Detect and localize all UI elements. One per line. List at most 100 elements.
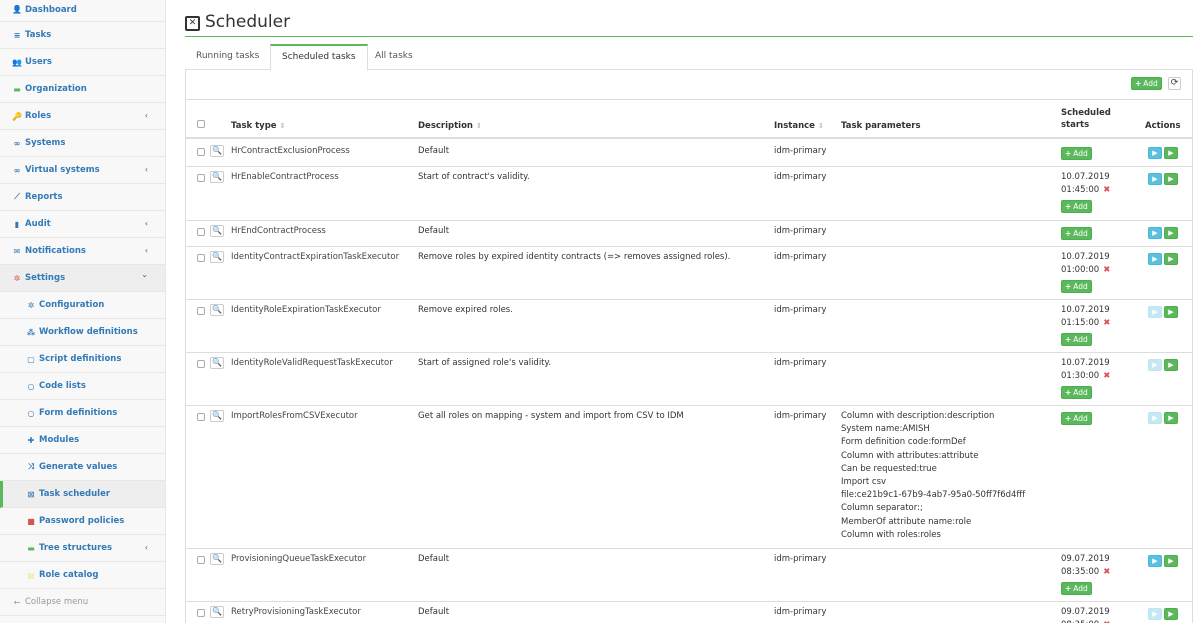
run-task-button[interactable]: ▶: [1148, 147, 1162, 159]
play-icon: ▶: [1152, 414, 1158, 422]
sidebar-item-tasks[interactable]: ≡ Tasks: [0, 22, 165, 49]
tab-all-tasks[interactable]: All tasks: [364, 44, 424, 70]
puzzle-icon: ✚: [27, 435, 35, 445]
execute-task-button[interactable]: ▶: [1164, 412, 1178, 424]
sidebar-item-label: Role catalog: [39, 570, 99, 580]
run-task-button[interactable]: ▶: [1148, 412, 1162, 424]
sidebar-item-audit[interactable]: ▮ Audit ‹: [0, 211, 165, 238]
sidebar-item-configuration[interactable]: ✲ Configuration: [0, 292, 165, 319]
sidebar-item-form-definitions[interactable]: ○ Form definitions: [0, 400, 165, 427]
sidebar-item-workflow-definitions[interactable]: ⁂ Workflow definitions: [0, 319, 165, 346]
detail-button[interactable]: 🔍: [210, 225, 224, 237]
add-trigger-button[interactable]: + Add: [1061, 582, 1092, 595]
sidebar-item-password-policies[interactable]: ■ Password policies: [0, 508, 165, 535]
add-trigger-button[interactable]: + Add: [1061, 412, 1092, 425]
row-checkbox[interactable]: [197, 556, 205, 564]
column-header-instance[interactable]: Instance ⇕: [774, 121, 824, 131]
detail-button[interactable]: 🔍: [210, 357, 224, 369]
detail-button[interactable]: 🔍: [210, 145, 224, 157]
add-trigger-button[interactable]: + Add: [1061, 200, 1092, 213]
sidebar-item-dashboard[interactable]: 👤 Dashboard: [0, 0, 165, 22]
play-icon: ▶: [1152, 557, 1158, 565]
sidebar-item-tree-structures[interactable]: ▬ Tree structures ‹: [0, 535, 165, 562]
add-trigger-button[interactable]: + Add: [1061, 280, 1092, 293]
row-checkbox[interactable]: [197, 413, 205, 421]
add-trigger-button[interactable]: + Add: [1061, 333, 1092, 346]
sidebar-item-collapse-menu[interactable]: ← Collapse menu: [0, 589, 165, 616]
add-label: Add: [1073, 334, 1088, 344]
row-actions: ▶ ▶: [1148, 253, 1178, 265]
detail-button[interactable]: 🔍: [210, 553, 224, 565]
sidebar-item-generate-values[interactable]: ⤨ Generate values: [0, 454, 165, 481]
remove-trigger-icon[interactable]: ✖: [1103, 567, 1110, 577]
sidebar-item-virtual-systems[interactable]: ∞ Virtual systems ‹: [0, 157, 165, 184]
add-trigger-button[interactable]: + Add: [1061, 147, 1092, 160]
sidebar-item-organization[interactable]: ▬ Organization: [0, 76, 165, 103]
add-trigger-button[interactable]: + Add: [1061, 386, 1092, 399]
execute-task-button[interactable]: ▶: [1164, 227, 1178, 239]
detail-button[interactable]: 🔍: [210, 410, 224, 422]
detail-button[interactable]: 🔍: [210, 304, 224, 316]
run-task-button[interactable]: ▶: [1148, 173, 1162, 185]
sidebar-item-settings[interactable]: ✲ Settings ⌄: [0, 265, 165, 292]
row-checkbox[interactable]: [197, 360, 205, 368]
row-checkbox[interactable]: [197, 228, 205, 236]
table-row: 🔍 IdentityRoleValidRequestTaskExecutor Sta…: [186, 353, 1192, 406]
execute-task-button[interactable]: ▶: [1164, 147, 1178, 159]
execute-task-button[interactable]: ▶: [1164, 306, 1178, 318]
row-actions: ▶ ▶: [1148, 555, 1178, 567]
detail-button[interactable]: 🔍: [210, 251, 224, 263]
remove-trigger-icon[interactable]: ✖: [1103, 318, 1110, 328]
sort-icon: ⇕: [279, 122, 286, 130]
execute-task-button[interactable]: ▶: [1164, 608, 1178, 620]
remove-trigger-icon[interactable]: ✖: [1103, 371, 1110, 381]
add-label: Add: [1143, 78, 1158, 88]
task-parameters-cell: Column with description:description Syst…: [841, 411, 1026, 540]
tab-running-tasks[interactable]: Running tasks: [185, 44, 270, 70]
run-task-button[interactable]: ▶: [1148, 253, 1162, 265]
row-checkbox[interactable]: [197, 148, 205, 156]
execute-task-button[interactable]: ▶: [1164, 173, 1178, 185]
calendar-x-icon: ⊠: [27, 489, 35, 499]
row-checkbox[interactable]: [197, 307, 205, 315]
sidebar-item-notifications[interactable]: ✉ Notifications ‹: [0, 238, 165, 265]
detail-button[interactable]: 🔍: [210, 606, 224, 618]
sidebar-item-systems[interactable]: ∞ Systems: [0, 130, 165, 157]
description-cell: Default: [418, 554, 450, 564]
sidebar-item-code-lists[interactable]: ○ Code lists: [0, 373, 165, 400]
run-task-button[interactable]: ▶: [1148, 555, 1162, 567]
refresh-icon[interactable]: ⟳: [1168, 77, 1181, 90]
select-all-checkbox[interactable]: [197, 120, 205, 128]
detail-button[interactable]: 🔍: [210, 171, 224, 183]
row-checkbox[interactable]: [197, 609, 205, 617]
row-checkbox[interactable]: [197, 174, 205, 182]
random-icon: ⤨: [27, 462, 35, 471]
execute-task-button[interactable]: ▶: [1164, 253, 1178, 265]
run-task-button[interactable]: ▶: [1148, 306, 1162, 318]
task-type-cell: IdentityContractExpirationTaskExecutor: [231, 252, 400, 262]
run-task-button[interactable]: ▶: [1148, 359, 1162, 371]
add-trigger-button[interactable]: + Add: [1061, 227, 1092, 240]
remove-trigger-icon[interactable]: ✖: [1103, 265, 1110, 275]
run-task-button[interactable]: ▶: [1148, 227, 1162, 239]
remove-trigger-icon[interactable]: ✖: [1103, 185, 1110, 195]
execute-task-button[interactable]: ▶: [1164, 359, 1178, 371]
sidebar-item-roles[interactable]: 🔑 Roles ‹: [0, 103, 165, 130]
sidebar-item-users[interactable]: 👥 Users: [0, 49, 165, 76]
add-task-button[interactable]: + Add: [1131, 77, 1162, 90]
execute-task-button[interactable]: ▶: [1164, 555, 1178, 567]
tab-scheduled-tasks[interactable]: Scheduled tasks: [270, 44, 368, 71]
sidebar-item-role-catalog[interactable]: ▤ Role catalog: [0, 562, 165, 589]
sidebar-item-task-scheduler[interactable]: ⊠ Task scheduler: [0, 481, 165, 508]
run-task-button[interactable]: ▶: [1148, 608, 1162, 620]
sidebar-item-label: Systems: [25, 138, 66, 148]
sidebar-item-label: Dashboard: [25, 4, 77, 15]
row-checkbox[interactable]: [197, 254, 205, 262]
column-header-task-type[interactable]: Task type ⇕: [231, 121, 285, 131]
column-header-description[interactable]: Description ⇕: [418, 121, 482, 131]
instance-cell: idm-primary: [774, 554, 827, 564]
plus-icon: +: [1135, 78, 1142, 88]
sidebar-item-script-definitions[interactable]: ▢ Script definitions: [0, 346, 165, 373]
sidebar-item-modules[interactable]: ✚ Modules: [0, 427, 165, 454]
sidebar-item-reports[interactable]: ⟋ Reports: [0, 184, 165, 211]
